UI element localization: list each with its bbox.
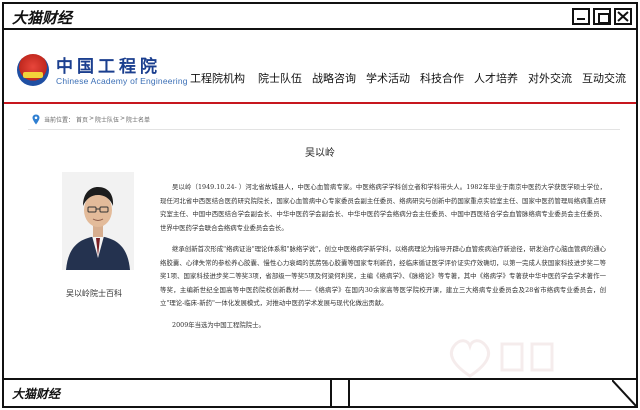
breadcrumb-academicians[interactable]: 院士队伍 — [95, 115, 119, 124]
nav-item-interaction[interactable]: 互动交流 — [582, 70, 626, 86]
location-pin-icon — [32, 114, 40, 125]
window-titlebar[interactable]: 大猫财经 — [4, 4, 636, 30]
cae-emblem-icon[interactable] — [17, 54, 49, 86]
portrait-caption[interactable]: 吴以岭院士百科 — [66, 288, 122, 299]
nav-item-institutions[interactable]: 工程院机构 — [190, 70, 245, 86]
nav-item-academicians[interactable]: 院士队伍 — [258, 70, 302, 86]
site-logo-cn[interactable]: 中国工程院 — [56, 52, 161, 77]
bottom-bar: 大猫财经 — [4, 378, 636, 406]
nav-item-cooperation[interactable]: 科技合作 — [420, 70, 464, 86]
bio-paragraph: 2009年当选为中国工程院院士。 — [172, 320, 265, 329]
window-frame: 大猫财经 中国工程院 Chinese Academy of Engineerin… — [2, 2, 638, 408]
footer-divider — [348, 380, 612, 406]
profile-bio: 吴以岭（1949.10.24- ）河北省故城县人，中医心血管病专家。中医络病学学… — [160, 181, 606, 340]
site-logo-en: Chinese Academy of Engineering — [56, 76, 188, 86]
breadcrumb-list[interactable]: 院士名单 — [126, 115, 150, 124]
breadcrumb-separator: > — [120, 115, 126, 122]
footer-divider — [330, 380, 348, 406]
watermark-heart-icon — [449, 339, 554, 378]
bio-paragraph: 继承创新首次形成"络病证治"理论体系和"脉络学说"，创立中医络病学新学科，以络病… — [160, 245, 606, 307]
nav-item-foreign-exchange[interactable]: 对外交流 — [528, 70, 572, 86]
site-header: 中国工程院 Chinese Academy of Engineering 工程院… — [4, 32, 636, 102]
breadcrumb-prefix: 当前位置： — [44, 117, 75, 124]
close-button[interactable] — [614, 8, 632, 25]
nav-item-talent[interactable]: 人才培养 — [474, 70, 518, 86]
breadcrumb-separator: > — [89, 115, 95, 122]
breadcrumb-home[interactable]: 首页 — [76, 115, 88, 124]
resize-grip-icon[interactable] — [612, 380, 636, 406]
nav-item-consulting[interactable]: 战略咨询 — [312, 70, 356, 86]
nav-item-activities[interactable]: 学术活动 — [366, 70, 410, 86]
footer-title: 大猫财经 — [12, 387, 61, 401]
header-divider — [4, 102, 636, 104]
profile-name: 吴以岭 — [305, 148, 335, 159]
breadcrumb: 当前位置： 首页 > 院士队伍 > 院士名单 — [28, 112, 620, 130]
window-title: 大猫财经 — [12, 9, 73, 27]
close-icon — [617, 11, 629, 22]
minimize-button[interactable] — [572, 8, 590, 25]
maximize-button[interactable] — [593, 8, 611, 25]
page-content: 中国工程院 Chinese Academy of Engineering 工程院… — [4, 32, 636, 378]
academician-portrait — [62, 172, 134, 270]
bio-paragraph: 吴以岭（1949.10.24- ）河北省故城县人，中医心血管病专家。中医络病学学… — [160, 183, 606, 232]
